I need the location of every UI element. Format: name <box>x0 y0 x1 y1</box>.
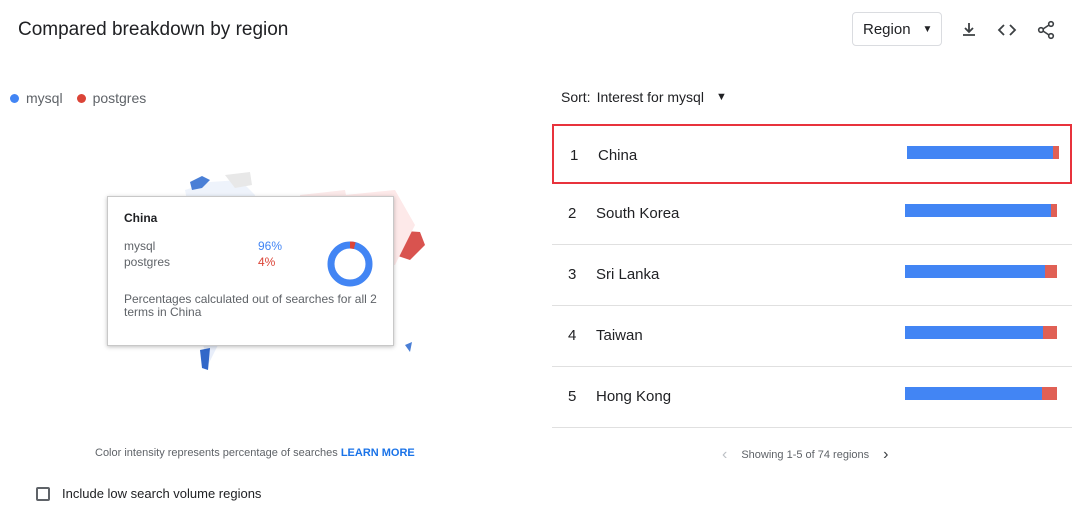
bar-mysql <box>907 146 1053 159</box>
rank-number: 3 <box>568 266 577 283</box>
checkbox-label: Include low search volume regions <box>62 486 262 501</box>
ranking-bar <box>905 204 1057 217</box>
page-title: Compared breakdown by region <box>18 19 289 40</box>
ranking-row[interactable]: 3 Sri Lanka <box>552 245 1072 306</box>
ranking-row[interactable]: 4 Taiwan <box>552 306 1072 367</box>
legend-item-mysql: mysql <box>10 90 63 106</box>
sort-select[interactable]: Sort: Interest for mysql ▼ <box>561 89 727 105</box>
map-caption-text: Color intensity represents percentage of… <box>95 447 338 459</box>
legend-item-postgres: postgres <box>76 90 147 106</box>
bar-mysql <box>905 204 1051 217</box>
region-ranking-list: 1 China 2 South Korea 3 Sri Lanka 4 Taiwan 5 Hong… <box>552 124 1072 428</box>
low-volume-option[interactable]: Include low search volume regions <box>36 486 261 501</box>
map-caption: Color intensity represents percentage of… <box>95 447 415 459</box>
bar-postgres <box>1043 326 1057 339</box>
tooltip-term: mysql <box>124 239 156 253</box>
region-name: China <box>598 147 638 164</box>
tooltip-title: China <box>124 211 158 225</box>
ranking-row[interactable]: 5 Hong Kong <box>552 367 1072 428</box>
share-icon[interactable] <box>1035 19 1057 41</box>
bar-mysql <box>905 326 1044 339</box>
donut-mysql-segment <box>327 241 373 287</box>
pagination: ‹ Showing 1-5 of 74 regions › <box>722 446 888 464</box>
bar-postgres <box>1041 387 1057 400</box>
download-icon[interactable] <box>958 19 980 41</box>
legend-dot <box>10 93 19 103</box>
bar-mysql <box>905 387 1042 400</box>
sort-value: Interest for mysql <box>596 89 704 105</box>
region-tooltip: China mysql 96% postgres 4% Percentages … <box>107 196 394 346</box>
learn-more-link[interactable]: LEARN MORE <box>341 447 415 459</box>
next-page-icon[interactable]: › <box>883 446 888 464</box>
bar-postgres <box>1050 204 1057 217</box>
tooltip-note: Percentages calculated out of searches f… <box>124 292 377 319</box>
legend: mysql postgres <box>10 90 160 106</box>
ranking-bar <box>907 146 1059 159</box>
caret-down-icon: ▼ <box>922 23 933 35</box>
sort-label: Sort: <box>561 89 591 105</box>
rank-number: 4 <box>568 327 577 344</box>
region-select-label: Region <box>863 20 911 38</box>
low-volume-checkbox[interactable] <box>36 486 50 501</box>
tooltip-percent: 96% <box>258 239 283 253</box>
bar-postgres <box>1044 265 1057 278</box>
map-region-oceania <box>405 342 412 352</box>
map-region-south-america-blue <box>200 348 210 370</box>
legend-dot <box>76 93 86 103</box>
region-select[interactable]: Region ▼ <box>852 12 942 46</box>
ranking-row[interactable]: 2 South Korea <box>552 184 1072 245</box>
region-name: Taiwan <box>596 327 643 344</box>
region-name: South Korea <box>596 205 680 222</box>
ranking-bar <box>905 326 1057 339</box>
bar-postgres <box>1052 146 1059 159</box>
rank-number: 1 <box>570 147 579 164</box>
legend-label: postgres <box>92 90 147 106</box>
ranking-bar <box>905 265 1057 278</box>
rank-number: 2 <box>568 205 577 222</box>
rank-number: 5 <box>568 388 577 405</box>
pagination-text: Showing 1-5 of 74 regions <box>741 449 870 461</box>
legend-label: mysql <box>26 90 63 106</box>
embed-code-icon[interactable] <box>996 19 1018 41</box>
previous-page-icon[interactable]: ‹ <box>722 446 727 464</box>
caret-down-icon: ▼ <box>715 91 727 103</box>
ranking-row[interactable]: 1 China <box>552 124 1072 184</box>
ranking-bar <box>905 387 1057 400</box>
tooltip-donut-chart <box>327 241 373 287</box>
region-name: Sri Lanka <box>596 266 660 283</box>
region-name: Hong Kong <box>596 388 672 405</box>
tooltip-percent: 4% <box>258 255 276 269</box>
bar-mysql <box>905 265 1045 278</box>
tooltip-term: postgres <box>124 255 171 269</box>
